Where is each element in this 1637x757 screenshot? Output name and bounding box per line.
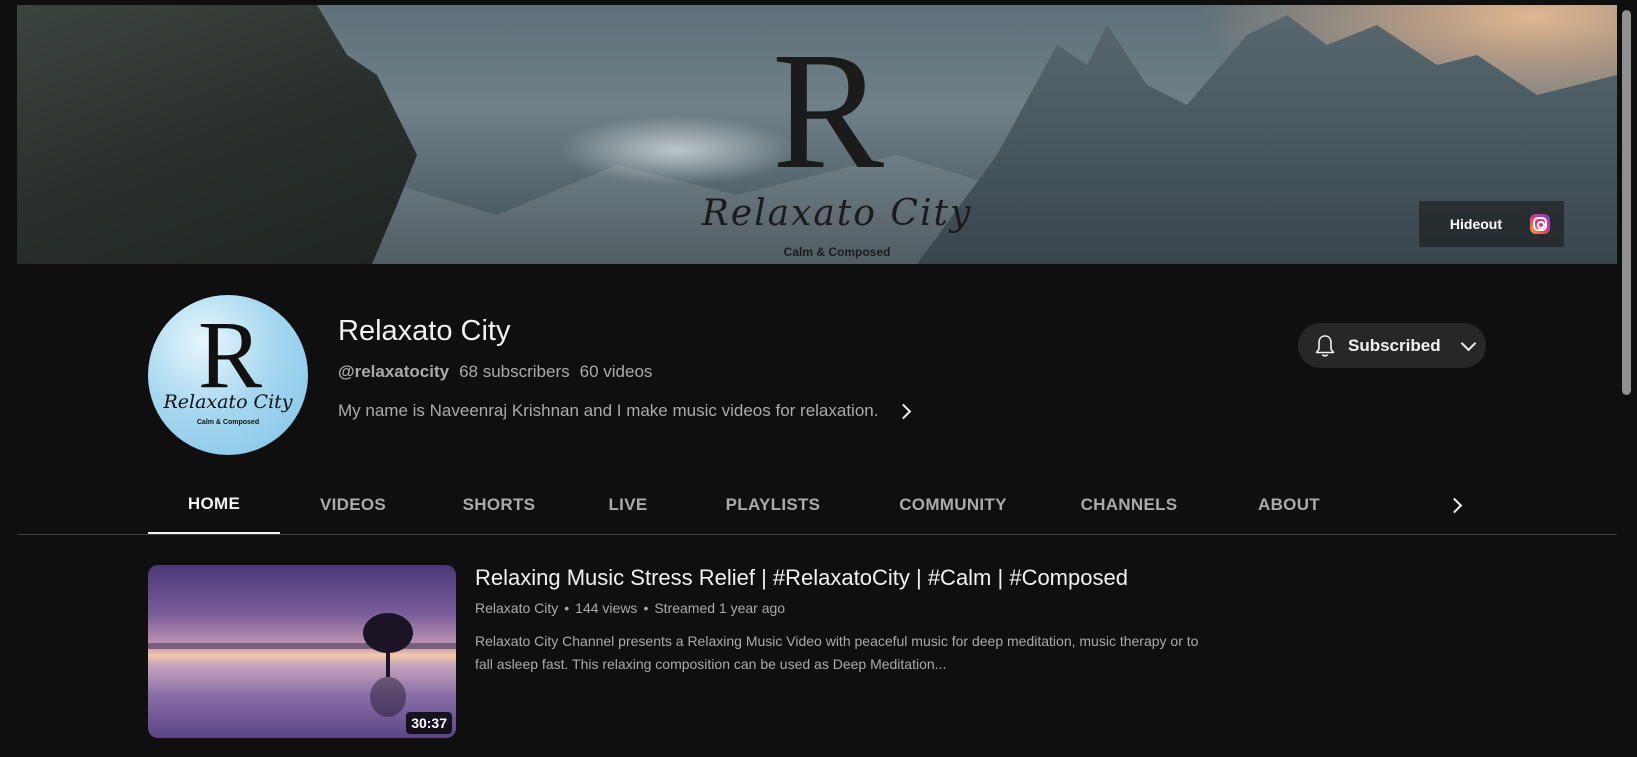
subscribed-button[interactable]: Subscribed	[1298, 323, 1486, 368]
featured-video-description[interactable]: Relaxato City Channel presents a Relaxin…	[475, 630, 1215, 676]
banner-logo-letter: R	[772, 18, 885, 204]
tab-live[interactable]: LIVE	[572, 475, 684, 535]
channel-avatar[interactable]: R Relaxato City Calm & Composed	[148, 295, 308, 455]
bell-icon	[1314, 334, 1336, 358]
video-count: 60 videos	[579, 362, 653, 381]
subscriber-count: 68 subscribers	[459, 362, 570, 381]
banner-link-instagram[interactable]: Hideout	[1419, 201, 1564, 247]
meta-separator: •	[564, 600, 570, 616]
banner-logo-wordmark: Relaxato City	[701, 193, 973, 234]
banner-logo: R Relaxato City Calm & Composed	[687, 25, 987, 264]
scrollbar-thumb[interactable]	[1622, 10, 1631, 395]
chevron-right-icon	[1446, 497, 1462, 513]
meta-separator: •	[643, 600, 649, 616]
tabs-divider	[17, 534, 1617, 535]
channel-meta: @relaxatocity 68 subscribers 60 videos	[338, 362, 652, 382]
chevron-down-icon	[1460, 335, 1476, 351]
avatar-tagline: Calm & Composed	[196, 419, 260, 426]
featured-video-thumbnail[interactable]: 30:37	[148, 565, 456, 738]
tab-shorts[interactable]: SHORTS	[426, 475, 572, 535]
video-duration-badge: 30:37	[406, 712, 452, 734]
featured-video-title[interactable]: Relaxing Music Stress Relief | #Relaxato…	[475, 565, 1128, 591]
video-channel-name[interactable]: Relaxato City	[475, 600, 558, 616]
banner-logo-tagline: Calm & Composed	[783, 245, 891, 259]
tab-community[interactable]: COMMUNITY	[862, 475, 1044, 535]
avatar-logo-letter: R	[198, 301, 263, 408]
tab-playlists[interactable]: PLAYLISTS	[684, 475, 862, 535]
channel-description[interactable]: My name is Naveenraj Krishnan and I make…	[338, 401, 912, 421]
thumbnail-tree-trunk	[386, 645, 390, 677]
channel-banner: R Relaxato City Calm & Composed Hideout	[17, 5, 1617, 264]
subscribed-label: Subscribed	[1348, 335, 1441, 355]
channel-description-text: My name is Naveenraj Krishnan and I make…	[338, 401, 879, 420]
tab-about[interactable]: ABOUT	[1214, 475, 1364, 535]
thumbnail-horizon	[148, 643, 456, 649]
channel-tabs: HOME VIDEOS SHORTS LIVE PLAYLISTS COMMUN…	[148, 475, 1364, 535]
video-views: 144 views	[575, 600, 638, 616]
tab-videos[interactable]: VIDEOS	[280, 475, 426, 535]
channel-name: Relaxato City	[338, 315, 511, 347]
tabs-fade	[1380, 475, 1440, 533]
thumbnail-reflection	[370, 677, 406, 717]
page-scrollbar[interactable]	[1617, 0, 1637, 757]
featured-video-meta: Relaxato City • 144 views • Streamed 1 y…	[475, 600, 785, 616]
chevron-right-icon	[896, 403, 912, 419]
banner-link-label: Hideout	[1449, 216, 1502, 232]
banner-cliff	[17, 5, 417, 264]
channel-handle: @relaxatocity	[338, 362, 450, 381]
tab-channels[interactable]: CHANNELS	[1044, 475, 1214, 535]
tab-home[interactable]: HOME	[148, 475, 280, 535]
instagram-icon	[1530, 214, 1550, 234]
tabs-scroll-right-button[interactable]	[1437, 491, 1465, 519]
video-streamed-date: Streamed 1 year ago	[654, 600, 786, 616]
avatar-wordmark: Relaxato City	[163, 391, 293, 413]
